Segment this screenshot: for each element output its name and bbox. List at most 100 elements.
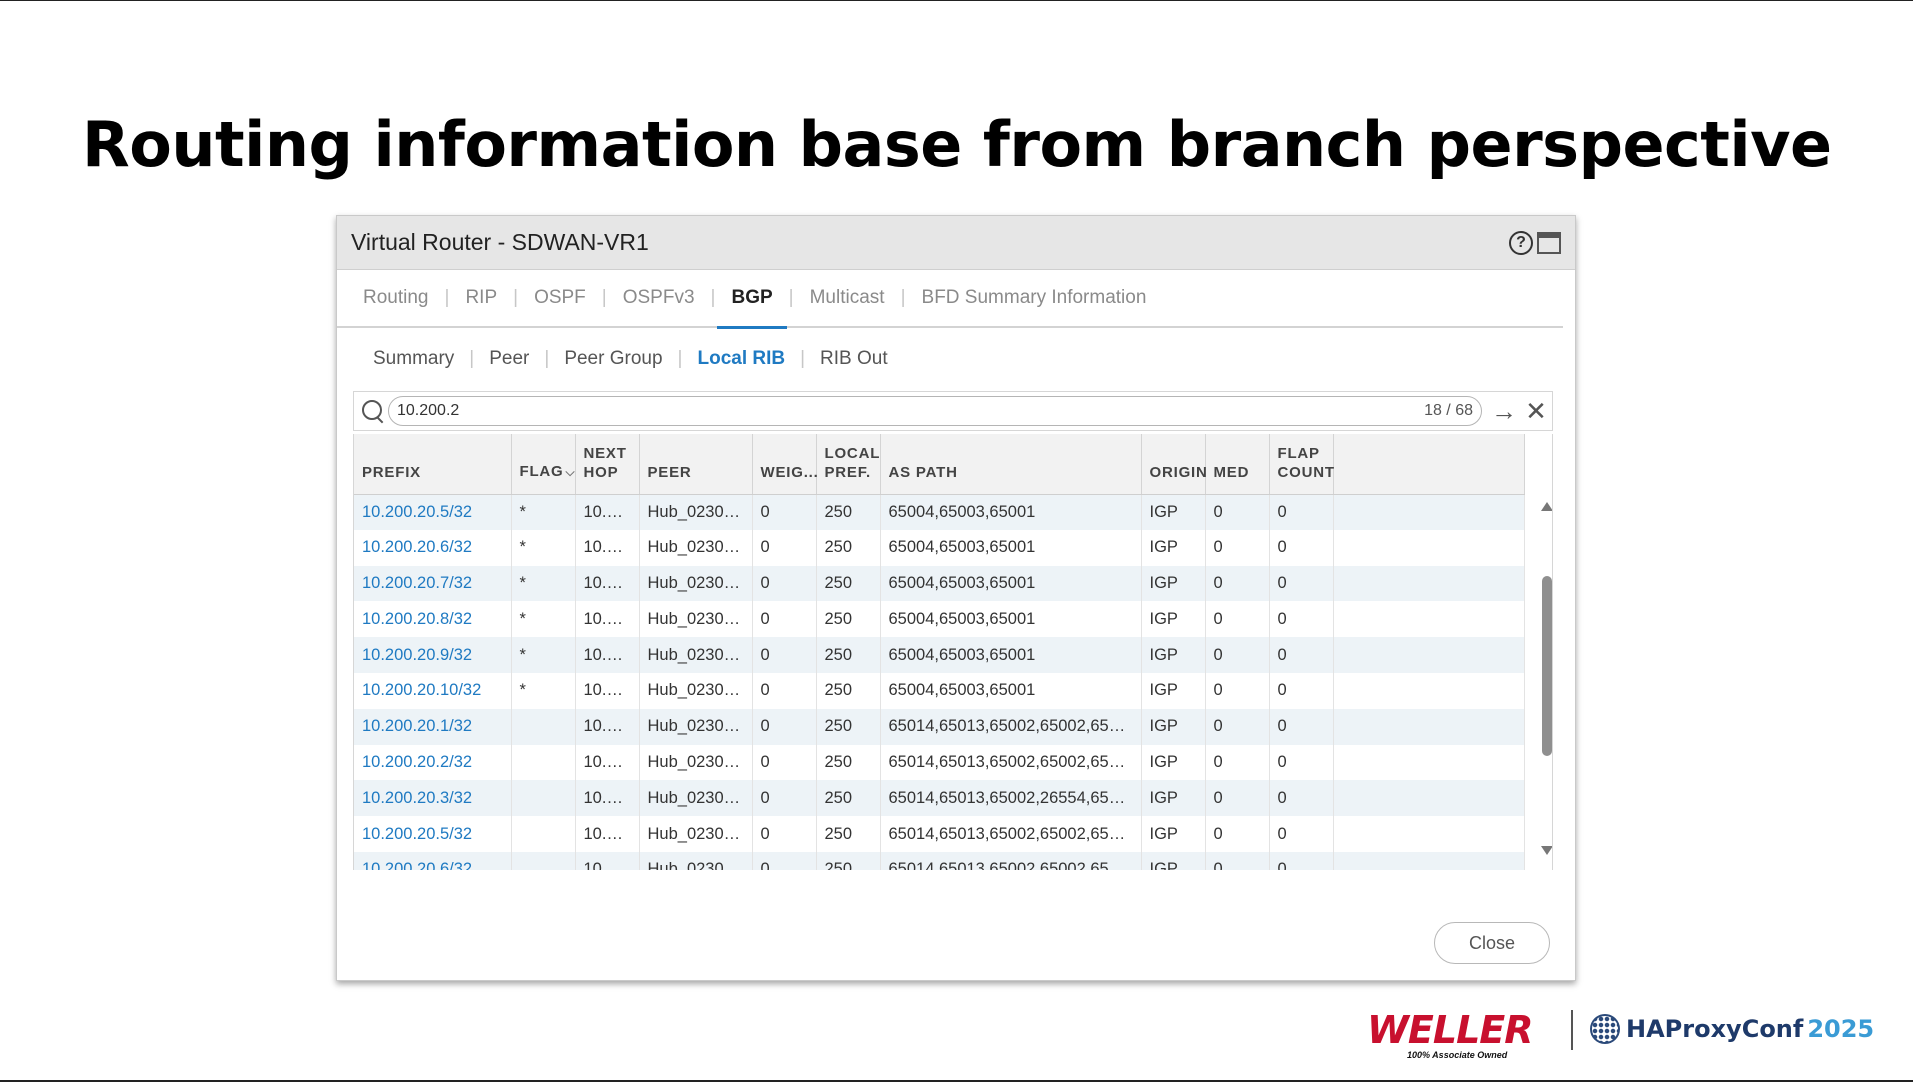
haproxy-globe-icon <box>1590 1014 1620 1044</box>
tab-bfd-summary[interactable]: BFD Summary Information <box>916 269 1153 327</box>
cell-local-pref: 250 <box>816 565 881 602</box>
cell-local-pref: 250 <box>816 494 881 530</box>
tab-separator: | <box>513 287 519 308</box>
cell-origin: IGP <box>1141 780 1206 817</box>
cell-local-pref: 250 <box>816 637 881 673</box>
cell-flap-count: 0 <box>1269 744 1334 781</box>
table-row[interactable]: 10.200.20.9/32 * 10.20... Hub_0230010...… <box>354 637 1525 673</box>
cell-spacer <box>1333 672 1525 709</box>
column-header-flap-count[interactable]: FLAP COUNT <box>1269 434 1334 495</box>
cell-flap-count: 0 <box>1269 565 1334 602</box>
table-body: 10.200.20.5/32 * 10.20... Hub_0230010...… <box>354 494 1525 870</box>
window-icon[interactable] <box>1537 231 1561 254</box>
cell-flap-count: 0 <box>1269 708 1334 745</box>
table-row[interactable]: 10.200.20.5/32 10.20... Hub_0230010... 0… <box>354 816 1525 852</box>
column-header-peer[interactable]: PEER <box>639 434 753 495</box>
cell-as-path: 65014,65013,65002,65002,65002,65... <box>880 851 1142 870</box>
column-header-weight[interactable]: WEIG... <box>752 434 818 495</box>
cell-spacer <box>1333 637 1525 673</box>
close-button[interactable]: Close <box>1434 922 1550 964</box>
column-header-med[interactable]: MED <box>1205 434 1270 495</box>
scrollbar-thumb[interactable] <box>1542 576 1552 756</box>
cell-next-hop: 10.20... <box>575 672 640 709</box>
table-row[interactable]: 10.200.20.5/32 * 10.20... Hub_0230010...… <box>354 494 1525 530</box>
cell-flap-count: 0 <box>1269 637 1334 673</box>
tab-ospf[interactable]: OSPF <box>528 269 592 327</box>
cell-flap-count: 0 <box>1269 851 1334 870</box>
cell-prefix[interactable]: 10.200.20.6/32 <box>354 529 512 566</box>
column-header-origin[interactable]: ORIGIN <box>1141 434 1207 495</box>
cell-peer: Hub_0230010... <box>639 565 753 602</box>
cell-as-path: 65004,65003,65001 <box>880 529 1142 566</box>
table-row[interactable]: 10.200.20.8/32 * 10.20... Hub_0230010...… <box>354 601 1525 638</box>
tab-rip[interactable]: RIP <box>459 269 503 327</box>
table-row[interactable]: 10.200.20.6/32 10.20... Hub_0230010... 0… <box>354 851 1525 870</box>
cell-origin: IGP <box>1141 494 1206 530</box>
tab-separator: | <box>788 287 794 308</box>
cell-prefix[interactable]: 10.200.20.3/32 <box>354 780 512 817</box>
column-header-flag[interactable]: FLAG ⌵ <box>511 434 576 495</box>
scroll-up-arrow-icon[interactable] <box>1541 502 1552 511</box>
cell-prefix[interactable]: 10.200.20.5/32 <box>354 816 512 852</box>
column-header-local-pref[interactable]: LOCAL PREF. <box>816 434 881 495</box>
cell-peer: Hub_0230010... <box>639 494 753 530</box>
tab-ospfv3[interactable]: OSPFv3 <box>617 269 701 327</box>
table-row[interactable]: 10.200.20.10/32 * 10.20... Hub_0230010..… <box>354 672 1525 709</box>
cell-spacer <box>1333 744 1525 781</box>
cell-origin: IGP <box>1141 565 1206 602</box>
tab-bgp[interactable]: BGP <box>717 269 787 329</box>
cell-prefix[interactable]: 10.200.20.7/32 <box>354 565 512 602</box>
arrow-right-icon[interactable]: → <box>1488 396 1520 426</box>
close-icon[interactable]: ✕ <box>1520 396 1552 426</box>
help-icon[interactable]: ? <box>1509 230 1533 255</box>
subtab-peer-group[interactable]: Peer Group <box>560 348 666 370</box>
cell-prefix[interactable]: 10.200.20.2/32 <box>354 744 512 781</box>
column-header-next-hop[interactable]: NEXT HOP <box>575 434 640 495</box>
cell-med: 0 <box>1205 672 1270 709</box>
search-bar: 18 / 68 → ✕ <box>353 391 1553 431</box>
cell-peer: Hub_0230010... <box>639 744 753 781</box>
cell-prefix[interactable]: 10.200.20.5/32 <box>354 494 512 530</box>
subtab-peer[interactable]: Peer <box>485 348 533 370</box>
subtab-local-rib[interactable]: Local RIB <box>693 348 789 370</box>
cell-flag <box>511 816 576 852</box>
subtab-summary[interactable]: Summary <box>369 348 458 370</box>
cell-spacer <box>1333 816 1525 852</box>
scroll-down-arrow-icon[interactable] <box>1541 846 1552 855</box>
tab-separator: | <box>900 287 906 308</box>
subtab-rib-out[interactable]: RIB Out <box>816 348 892 370</box>
cell-flag <box>511 744 576 781</box>
cell-spacer <box>1333 780 1525 817</box>
cell-weight: 0 <box>752 744 817 781</box>
tab-multicast[interactable]: Multicast <box>804 269 891 327</box>
cell-next-hop: 10.20... <box>575 744 640 781</box>
cell-prefix[interactable]: 10.200.20.10/32 <box>354 672 512 709</box>
table-row[interactable]: 10.200.20.1/32 10.20... Hub_0230010... 0… <box>354 708 1525 745</box>
cell-prefix[interactable]: 10.200.20.8/32 <box>354 601 512 638</box>
local-rib-grid: PREFIX FLAG ⌵ NEXT HOP PEER WEIG... LOCAL P… <box>353 434 1553 870</box>
top-border <box>0 0 1913 1</box>
cell-prefix[interactable]: 10.200.20.9/32 <box>354 637 512 673</box>
chevron-down-icon[interactable]: ⌵ <box>566 465 576 479</box>
cell-med: 0 <box>1205 637 1270 673</box>
cell-prefix[interactable]: 10.200.20.6/32 <box>354 851 512 870</box>
table-scrollbar[interactable] <box>1540 494 1552 870</box>
table-row[interactable]: 10.200.20.7/32 * 10.20... Hub_0230010...… <box>354 565 1525 602</box>
search-input[interactable] <box>397 402 1425 420</box>
cell-prefix[interactable]: 10.200.20.1/32 <box>354 708 512 745</box>
cell-flag: * <box>511 637 576 673</box>
cell-flap-count: 0 <box>1269 816 1334 852</box>
column-header-prefix[interactable]: PREFIX <box>354 434 512 495</box>
cell-next-hop: 10.20... <box>575 529 640 566</box>
cell-flag: * <box>511 601 576 638</box>
cell-med: 0 <box>1205 494 1270 530</box>
tab-routing[interactable]: Routing <box>357 269 435 327</box>
column-header-as-path[interactable]: AS PATH <box>880 434 1142 495</box>
table-row[interactable]: 10.200.20.2/32 10.20... Hub_0230010... 0… <box>354 744 1525 781</box>
table-row[interactable]: 10.200.20.6/32 * 10.20... Hub_0230010...… <box>354 529 1525 566</box>
cell-flag: * <box>511 494 576 530</box>
cell-peer: Hub_0230010... <box>639 601 753 638</box>
cell-med: 0 <box>1205 780 1270 817</box>
column-header-spacer <box>1333 434 1525 495</box>
table-row[interactable]: 10.200.20.3/32 10.20... Hub_0230010... 0… <box>354 780 1525 817</box>
